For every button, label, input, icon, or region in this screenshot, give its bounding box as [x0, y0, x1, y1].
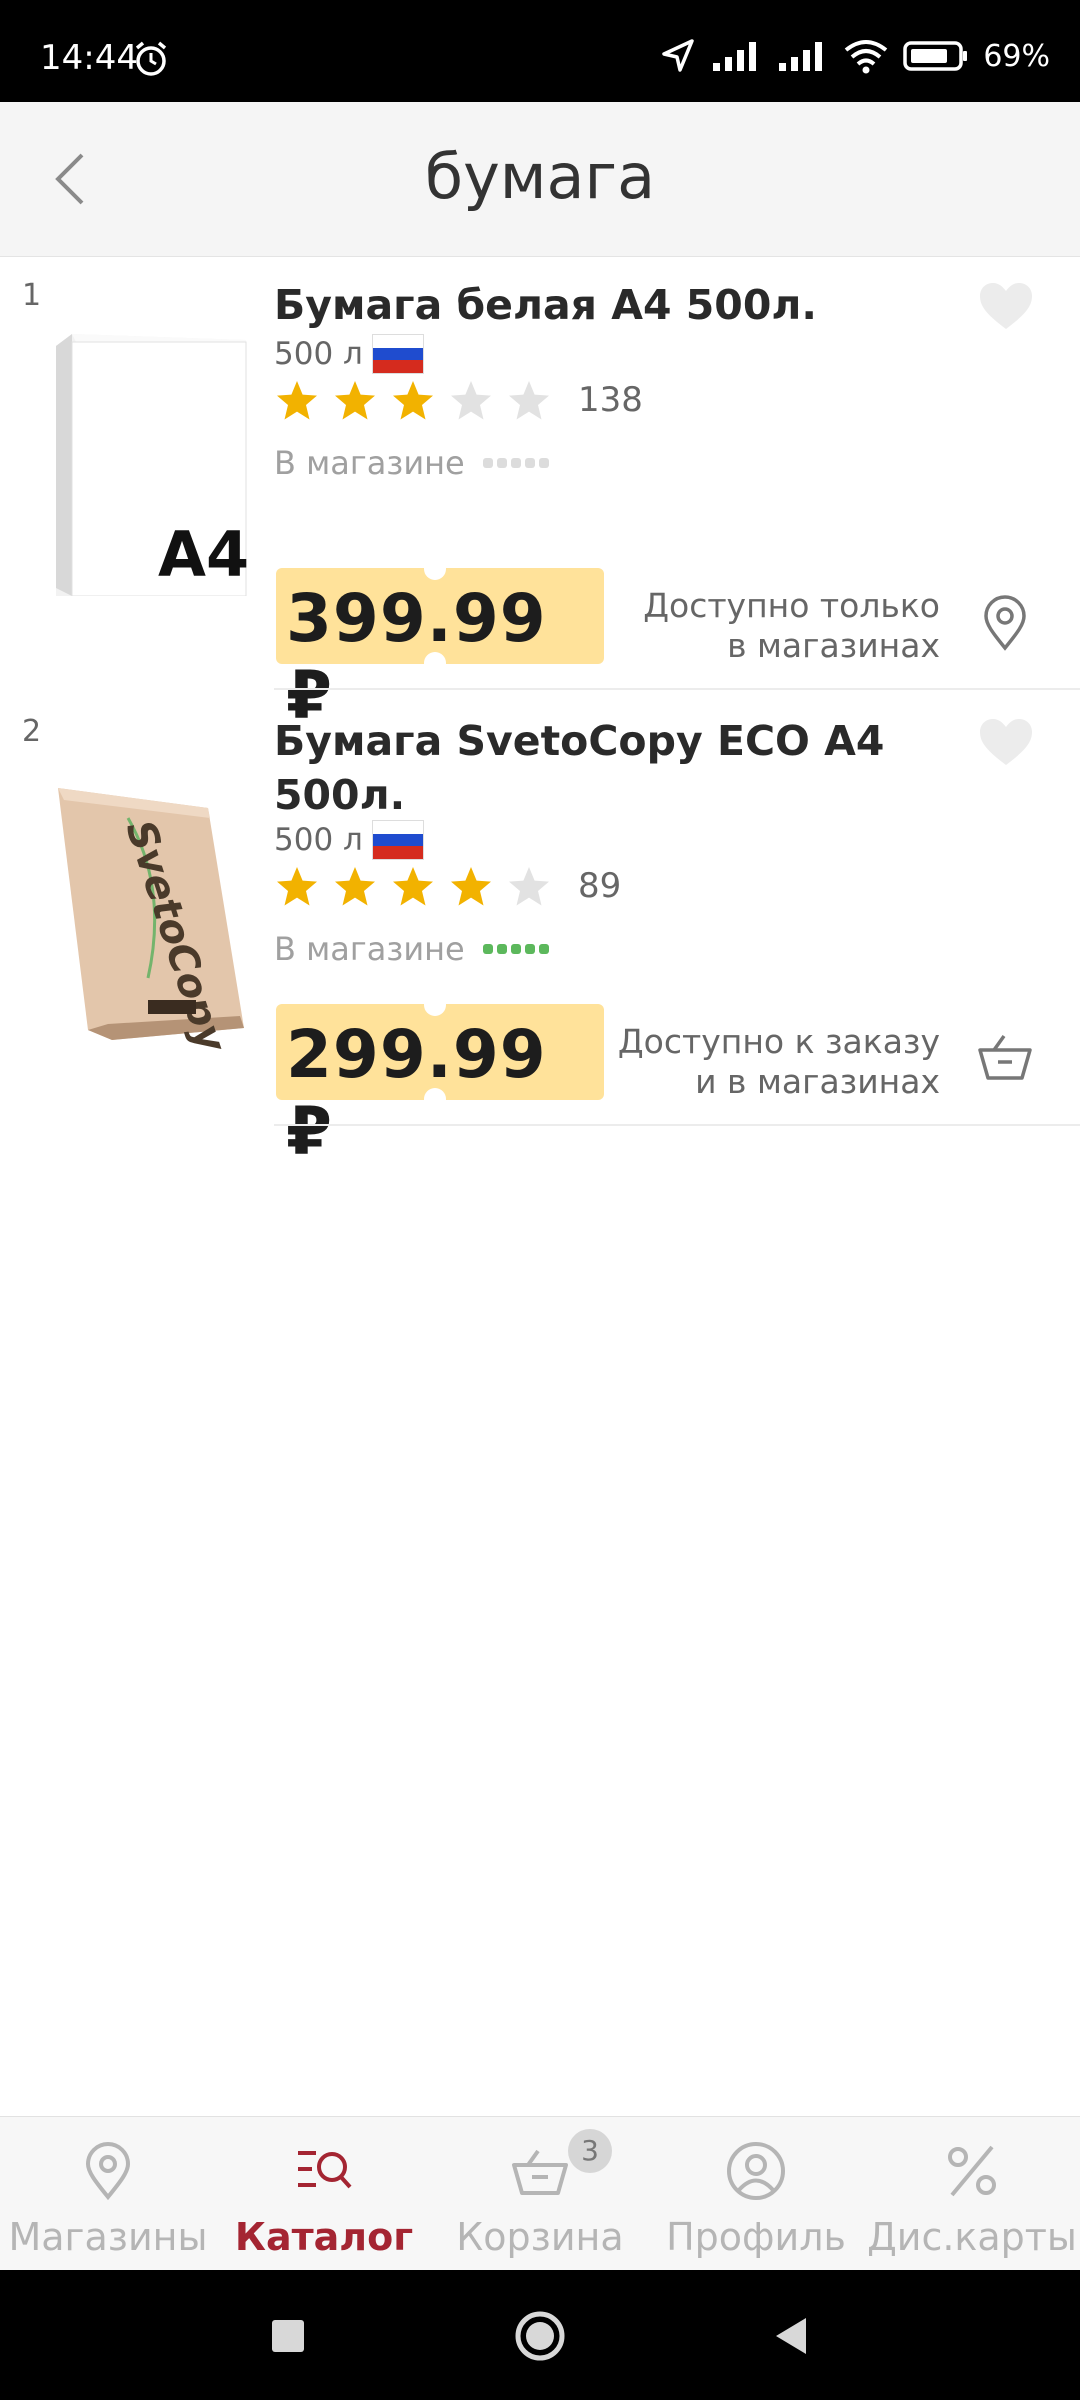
nav-label: Дис.карты [867, 2215, 1077, 2259]
nav-catalog[interactable]: Каталог [216, 2117, 432, 2271]
product-image[interactable]: A4 [48, 306, 248, 596]
stock-dot [482, 944, 493, 954]
status-time: 14:44 [40, 38, 138, 78]
availability-line-2: в магазинах [727, 626, 940, 665]
product-volume: 500 л [274, 336, 363, 372]
product-index: 2 [22, 714, 42, 749]
stock-dot [538, 458, 549, 468]
bottom-navigation: Магазины Каталог 3 Корзина Профиль Дис.к… [0, 2116, 1080, 2271]
star-filled-icon [393, 381, 433, 420]
star-filled-icon [335, 867, 375, 906]
star-filled-icon [277, 381, 317, 420]
product-index: 1 [22, 278, 42, 313]
status-bar: 14:44 69% [0, 0, 1080, 102]
product-volume: 500 л [274, 822, 363, 858]
availability-text: Доступно к заказу и в магазинах [580, 1022, 940, 1102]
russia-flag-icon [372, 334, 424, 374]
location-pin-icon [85, 2142, 131, 2201]
signal-icon-2 [779, 42, 823, 71]
nav-label: Каталог [234, 2215, 414, 2259]
product-name[interactable]: Бумага белая А4 500л. [274, 278, 914, 332]
wifi-icon [845, 40, 888, 74]
product-name[interactable]: Бумага SvetoCopy ECO A4 500л. [274, 714, 914, 822]
stock-dot [510, 944, 521, 954]
basket-icon[interactable] [976, 1028, 1034, 1086]
product-card[interactable]: 2 SvetoCopy Бумага SvetoCopy ECO A4 500л… [0, 692, 1080, 1170]
nav-cart[interactable]: 3 Корзина [432, 2117, 648, 2271]
stock-dot [538, 944, 549, 954]
star-empty-icon [509, 381, 549, 420]
page-title: бумага [424, 140, 656, 213]
availability-line-1: Доступно только [643, 586, 940, 625]
nav-profile[interactable]: Профиль [648, 2117, 864, 2271]
rating-stars [274, 864, 552, 910]
nav-label: Корзина [456, 2215, 624, 2259]
stock-level-indicator [482, 944, 549, 954]
star-filled-icon [451, 867, 491, 906]
nav-discount-cards[interactable]: Дис.карты [864, 2117, 1080, 2271]
home-button[interactable] [510, 2306, 570, 2366]
nav-label: Магазины [8, 2215, 208, 2259]
availability-line-2: и в магазинах [695, 1062, 940, 1101]
location-arrow-icon [662, 39, 695, 72]
star-filled-icon [335, 381, 375, 420]
catalog-search-icon [298, 2151, 352, 2189]
favorite-heart-icon[interactable] [978, 282, 1034, 332]
star-empty-icon [509, 867, 549, 906]
review-count[interactable]: 89 [578, 866, 621, 906]
stock-dot [524, 944, 535, 954]
availability-line-1: Доступно к заказу [617, 1022, 940, 1061]
percent-icon [948, 2145, 996, 2197]
rating-stars [274, 378, 552, 424]
price-tag: 399.99 ₽ [276, 568, 604, 734]
russia-flag-icon [372, 820, 424, 860]
divider [274, 688, 1080, 690]
battery-percent: 69% [983, 38, 1050, 74]
cart-count-badge: 3 [568, 2129, 612, 2173]
product-image-label: A4 [158, 518, 248, 591]
stock-dot [496, 458, 507, 468]
stock-dot [482, 458, 493, 468]
stock-dot [496, 944, 507, 954]
battery-icon [903, 41, 968, 71]
star-empty-icon [451, 381, 491, 420]
star-filled-icon [393, 867, 433, 906]
stock-status: В магазине [274, 930, 549, 968]
status-icons: 69% [659, 36, 1050, 76]
alarm-icon [135, 41, 167, 76]
recent-apps-button[interactable] [258, 2306, 318, 2366]
price-tag: 299.99 ₽ [276, 1004, 604, 1170]
divider [274, 1124, 1080, 1126]
nav-label: Профиль [666, 2215, 846, 2259]
system-navigation-bar [0, 2270, 1080, 2400]
basket-icon [512, 2149, 568, 2195]
app-header: бумага [0, 102, 1080, 257]
product-image[interactable]: SvetoCopy [48, 768, 248, 1058]
availability-text: Доступно только в магазинах [600, 586, 940, 666]
stock-dot [510, 458, 521, 468]
profile-icon [727, 2142, 785, 2200]
stock-dot [524, 458, 535, 468]
review-count[interactable]: 138 [578, 380, 643, 420]
stock-level-indicator [482, 458, 549, 468]
star-filled-icon [277, 867, 317, 906]
nav-stores[interactable]: Магазины [0, 2117, 216, 2271]
product-card[interactable]: 1 A4 Бумага белая А4 500л. 500 л 138 В м… [0, 256, 1080, 734]
stock-status: В магазине [274, 444, 549, 482]
location-pin-icon[interactable] [976, 594, 1034, 652]
stock-label: В магазине [274, 930, 465, 968]
stock-label: В магазине [274, 444, 465, 482]
price-value: 299.99 ₽ [286, 1016, 547, 1170]
signal-icon [713, 42, 757, 71]
back-system-button[interactable] [762, 2306, 822, 2366]
favorite-heart-icon[interactable] [978, 718, 1034, 768]
